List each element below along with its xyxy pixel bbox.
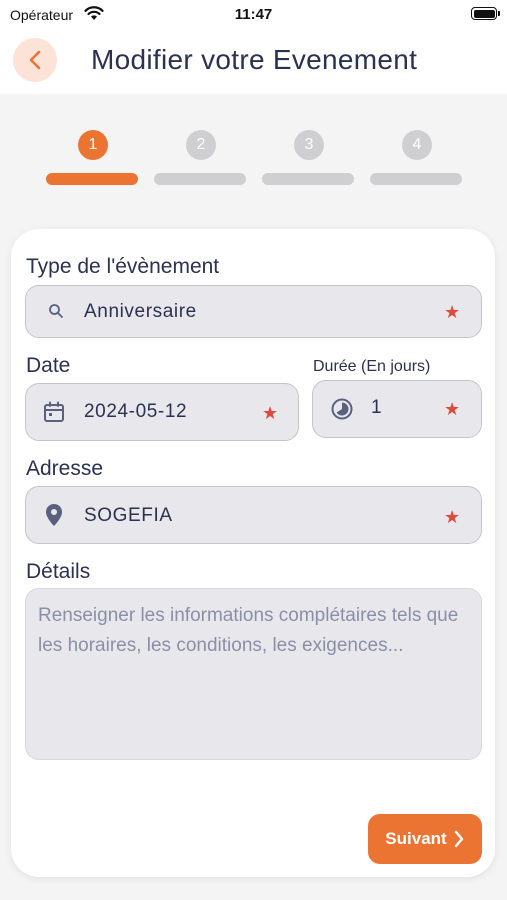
header: Modifier votre Evenement xyxy=(0,30,507,94)
address-field[interactable]: SOGEFIA ★ xyxy=(25,486,482,544)
step-number: 2 xyxy=(186,130,216,160)
search-icon xyxy=(49,304,63,318)
calendar-icon xyxy=(44,401,64,422)
type-label: Type de l'évènement xyxy=(26,255,220,278)
stepper: 1 2 3 4 xyxy=(0,130,507,190)
chevron-left-icon xyxy=(29,50,41,70)
battery-tip xyxy=(498,11,500,16)
duration-field[interactable]: 1 ★ xyxy=(312,380,482,438)
step-progress-bar xyxy=(370,173,462,185)
required-star-icon: ★ xyxy=(262,403,279,423)
step-3[interactable]: 3 xyxy=(262,130,354,190)
chevron-right-icon xyxy=(454,830,463,848)
battery-icon xyxy=(471,7,497,20)
duration-label: Durée (En jours) xyxy=(313,358,431,375)
content-area: 1 2 3 4 Type de l'évènement Anniversaire… xyxy=(0,94,507,900)
required-star-icon: ★ xyxy=(444,399,461,419)
back-button[interactable] xyxy=(13,38,57,82)
step-number: 4 xyxy=(402,130,432,160)
date-label: Date xyxy=(26,354,71,377)
timer-icon xyxy=(331,398,353,420)
duration-value: 1 xyxy=(371,397,383,418)
step-number: 1 xyxy=(78,130,108,160)
step-progress-bar xyxy=(46,173,138,185)
step-progress-bar xyxy=(262,173,354,185)
page-title: Modifier votre Evenement xyxy=(91,44,418,75)
required-star-icon: ★ xyxy=(444,507,461,527)
next-button-label: Suivant xyxy=(385,829,447,848)
form-card: Type de l'évènement Anniversaire ★ Date … xyxy=(11,229,495,877)
address-value: SOGEFIA xyxy=(84,505,173,526)
location-pin-icon xyxy=(46,504,62,526)
details-textarea[interactable]: Renseigner les informations complétaires… xyxy=(25,588,482,760)
details-placeholder: Renseigner les informations complétaires… xyxy=(38,605,459,656)
status-bar: Opérateur 11:47 xyxy=(0,0,507,30)
type-field[interactable]: Anniversaire ★ xyxy=(25,285,482,338)
step-1[interactable]: 1 xyxy=(46,130,138,190)
step-4[interactable]: 4 xyxy=(370,130,462,190)
step-2[interactable]: 2 xyxy=(154,130,246,190)
required-star-icon: ★ xyxy=(444,302,461,322)
date-value: 2024-05-12 xyxy=(84,401,188,422)
date-field[interactable]: 2024-05-12 ★ xyxy=(25,383,299,441)
details-label: Détails xyxy=(26,560,91,583)
step-progress-bar xyxy=(154,173,246,185)
type-value: Anniversaire xyxy=(84,301,197,322)
next-button[interactable]: Suivant xyxy=(368,814,482,864)
status-time: 11:47 xyxy=(234,6,273,23)
address-label: Adresse xyxy=(26,457,104,480)
step-number: 3 xyxy=(294,130,324,160)
